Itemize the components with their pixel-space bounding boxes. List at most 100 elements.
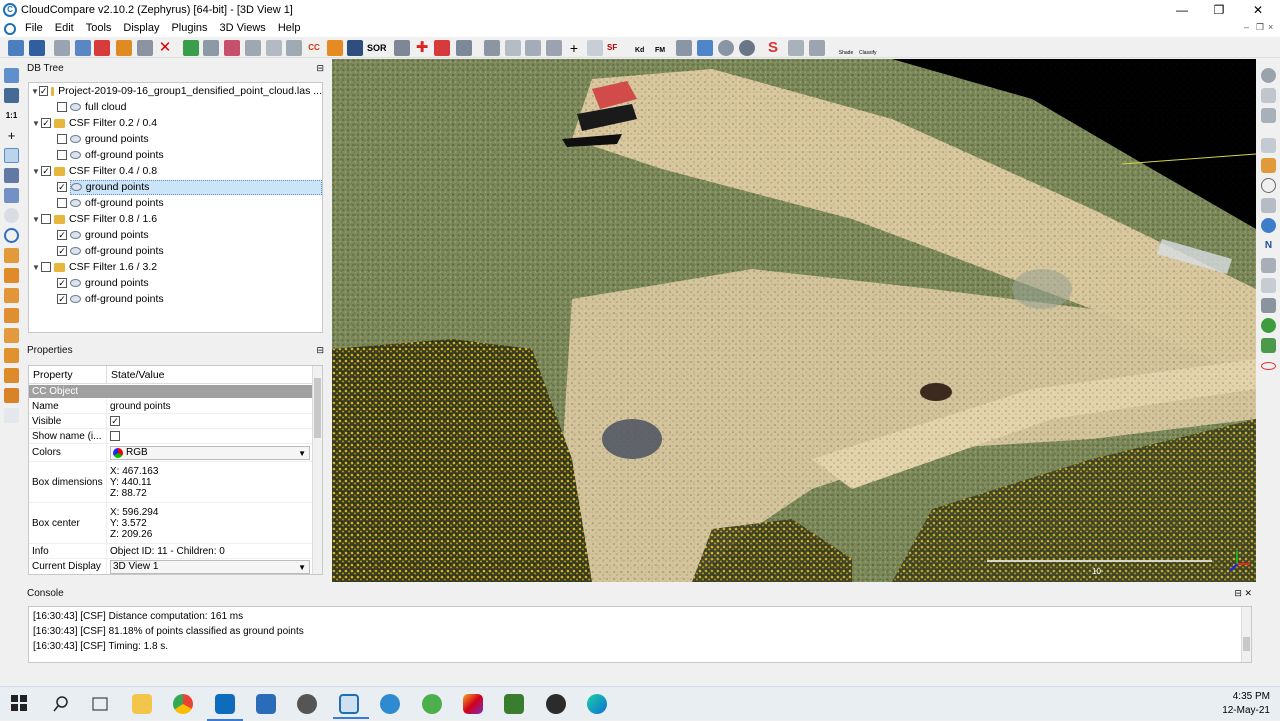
tree-checkbox[interactable] [57, 150, 67, 160]
chrome-icon[interactable] [173, 694, 193, 714]
view-icon[interactable] [697, 40, 713, 56]
display-icon[interactable] [4, 68, 19, 83]
tree-checkbox[interactable]: ✓ [57, 278, 67, 288]
globe-icon[interactable] [739, 40, 755, 56]
closest-point-icon[interactable] [546, 40, 562, 56]
edge-icon[interactable] [587, 694, 607, 714]
tree-checkbox[interactable] [41, 214, 51, 224]
segment-icon[interactable] [434, 40, 450, 56]
front-view-icon[interactable] [4, 268, 19, 283]
compass-icon[interactable] [1261, 68, 1276, 83]
clone-icon[interactable] [137, 40, 153, 56]
current-display-dropdown[interactable]: 3D View 1 ▼ [110, 559, 310, 574]
info-icon[interactable] [1261, 218, 1276, 233]
properties-scrollbar[interactable] [312, 366, 322, 574]
console-controls[interactable]: ⊟ ✕ [1234, 586, 1252, 601]
menu-plugins[interactable]: Plugins [165, 20, 213, 37]
file-explorer-icon[interactable] [132, 694, 152, 714]
app-icon-1[interactable] [256, 694, 276, 714]
register-icon[interactable] [266, 40, 282, 56]
pattern-icon[interactable] [1261, 298, 1276, 313]
histogram-icon[interactable] [484, 40, 500, 56]
classify-icon[interactable]: Classify [859, 40, 877, 56]
kd-icon[interactable]: Kd [635, 40, 651, 56]
menu-display[interactable]: Display [117, 20, 165, 37]
noise-filter-icon[interactable] [394, 40, 410, 56]
tree-checkbox[interactable] [41, 262, 51, 272]
section-icon[interactable] [1261, 108, 1276, 123]
tree-row-full-cloud[interactable]: full cloud [29, 99, 322, 115]
scroll-thumb[interactable] [314, 378, 321, 438]
pick-rotation-center-icon[interactable] [4, 148, 19, 163]
tree-checkbox[interactable]: ✓ [41, 166, 51, 176]
grid-icon[interactable] [1261, 88, 1276, 103]
expander-icon[interactable]: ▼ [31, 87, 39, 96]
left-view-icon[interactable] [4, 288, 19, 303]
visible-checkbox[interactable]: ✓ [110, 416, 120, 426]
light-icon[interactable] [4, 208, 19, 223]
tree-row-offground-02[interactable]: off-ground points [29, 147, 322, 163]
app-icon-4[interactable] [422, 694, 442, 714]
north-icon[interactable]: N [1261, 238, 1276, 253]
minimize-button[interactable]: — [1162, 0, 1202, 20]
tree-row-csf-04[interactable]: ▼ ✓ CSF Filter 0.4 / 0.8 [29, 163, 322, 179]
tree-checkbox[interactable]: ✓ [38, 86, 49, 96]
app-icon-6[interactable] [504, 694, 524, 714]
windows-start-icon[interactable] [10, 694, 30, 714]
app-icon-7[interactable] [546, 694, 566, 714]
object-centered-icon[interactable] [4, 188, 19, 203]
menu-file[interactable]: File [19, 20, 49, 37]
sor-filter-icon[interactable]: SOR [367, 40, 387, 56]
tree-checkbox[interactable] [57, 198, 67, 208]
app-icon-3[interactable] [380, 694, 400, 714]
expander-icon[interactable]: ▼ [31, 215, 41, 224]
tree-row-csf-16[interactable]: ▼ CSF Filter 1.6 / 3.2 [29, 259, 322, 275]
expander-icon[interactable]: ▼ [31, 167, 41, 176]
colors-dropdown[interactable]: RGB ▼ [110, 445, 310, 460]
camera-icon[interactable] [676, 40, 692, 56]
fm-icon[interactable]: FM [655, 40, 671, 56]
tree-checkbox[interactable] [57, 134, 67, 144]
tree-row-offground-04[interactable]: off-ground points [29, 195, 322, 211]
tree-row-project[interactable]: ▼ ✓ Project-2019-09-16_group1_densified_… [29, 83, 322, 99]
back-view-icon[interactable] [4, 308, 19, 323]
tree-row-offground-08[interactable]: ✓ off-ground points [29, 243, 322, 259]
center-icon[interactable]: + [4, 128, 19, 143]
expander-icon[interactable]: ▼ [31, 119, 41, 128]
shade-icon[interactable]: Shade [838, 40, 854, 56]
task-view-icon[interactable] [90, 694, 110, 714]
app-menu-icon[interactable] [4, 22, 16, 35]
stereo-icon[interactable] [4, 408, 19, 423]
3d-view[interactable]: 10 [332, 59, 1256, 582]
console-scrollbar[interactable] [1241, 607, 1251, 662]
align-icon[interactable] [286, 40, 302, 56]
top-view-icon[interactable] [4, 248, 19, 263]
db-tree-pin-icon[interactable]: ⊟ [316, 61, 324, 76]
menu-edit[interactable]: Edit [49, 20, 80, 37]
subsample-icon[interactable] [203, 40, 219, 56]
tree-row-ground-02[interactable]: ground points [29, 131, 322, 147]
maximize-button[interactable]: ❐ [1199, 0, 1239, 20]
sphere-icon[interactable] [718, 40, 734, 56]
distance-icon[interactable] [505, 40, 521, 56]
add-point-icon[interactable] [94, 40, 110, 56]
properties-icon[interactable] [75, 40, 91, 56]
probe-icon[interactable] [1261, 158, 1276, 173]
app-icon-2[interactable] [297, 694, 317, 714]
prop-name-value[interactable]: ground points [107, 399, 312, 413]
perspective-icon[interactable] [4, 168, 19, 183]
plus-icon[interactable]: + [566, 40, 582, 56]
mdi-close-button[interactable]: × [1268, 22, 1273, 32]
facets-icon[interactable] [1261, 318, 1276, 333]
rasterize-icon[interactable] [347, 40, 363, 56]
plugin-b-icon[interactable] [809, 40, 825, 56]
tree-checkbox[interactable]: ✓ [57, 246, 67, 256]
iso-view-2-icon[interactable] [4, 388, 19, 403]
tree-row-csf-08[interactable]: ▼ CSF Filter 0.8 / 1.6 [29, 211, 322, 227]
translate-rotate-icon[interactable]: ✚ [414, 40, 430, 56]
measure-icon[interactable] [1261, 178, 1276, 193]
menu-tools[interactable]: Tools [80, 20, 118, 37]
bottom-view-icon[interactable] [4, 348, 19, 363]
point-picking-icon[interactable] [456, 40, 472, 56]
sample-icon[interactable] [183, 40, 199, 56]
